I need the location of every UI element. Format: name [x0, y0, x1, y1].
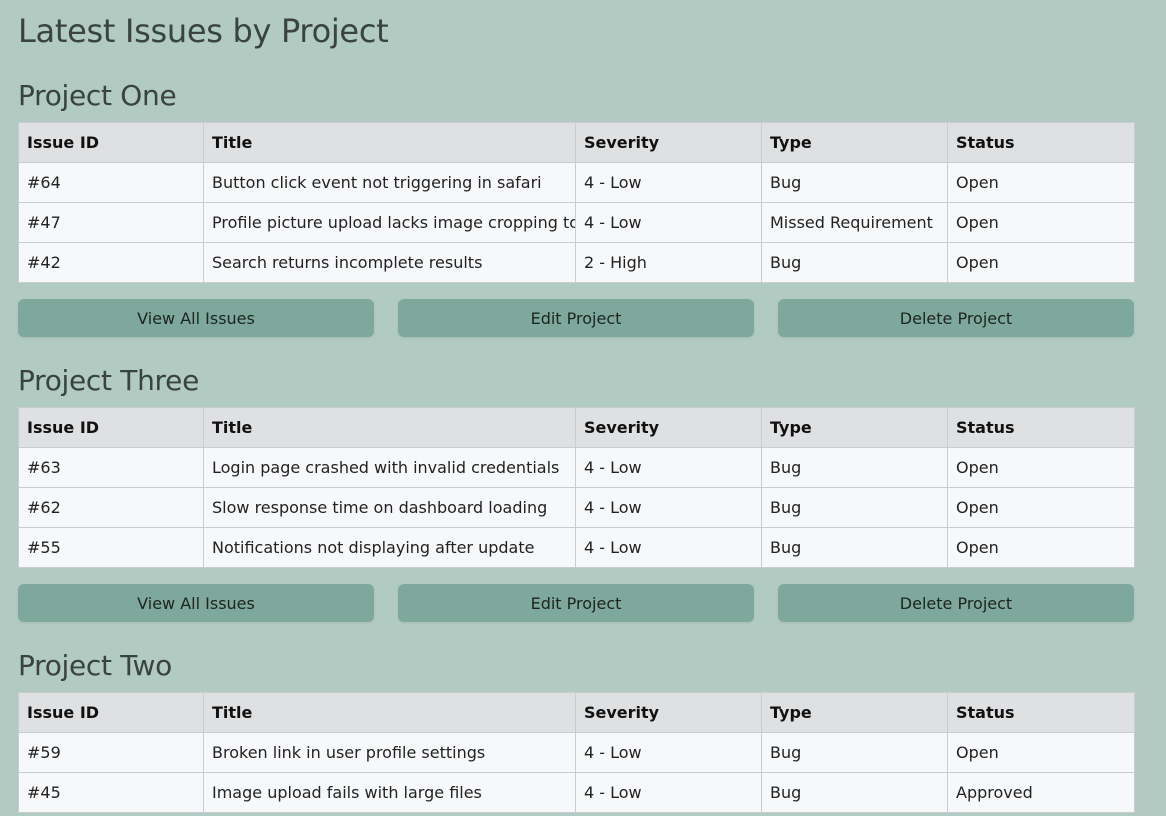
issue-id: #47: [18, 202, 204, 243]
header-severity: Severity: [575, 122, 762, 163]
header-status: Status: [947, 122, 1135, 163]
page-title: Latest Issues by Project: [18, 12, 389, 50]
table-row[interactable]: #55 Notifications not displaying after u…: [18, 527, 1135, 568]
project-section: Project Two Issue ID Title Severity Type…: [18, 648, 1135, 813]
page: Latest Issues by Project Project One Iss…: [0, 0, 1166, 813]
table-row[interactable]: #47 Profile picture upload lacks image c…: [18, 202, 1135, 243]
issue-type: Missed Requirement: [761, 202, 948, 243]
issue-severity: 4 - Low: [575, 527, 762, 568]
project-actions: View All Issues Edit Project Delete Proj…: [18, 584, 1134, 622]
edit-project-button[interactable]: Edit Project: [398, 584, 754, 622]
table-row[interactable]: #63 Login page crashed with invalid cred…: [18, 447, 1135, 488]
issue-type: Bug: [761, 162, 948, 203]
issue-status: Open: [947, 527, 1135, 568]
header-title: Title: [203, 122, 576, 163]
issue-type: Bug: [761, 242, 948, 283]
header-status: Status: [947, 692, 1135, 733]
issue-severity: 4 - Low: [575, 732, 762, 773]
issue-status: Approved: [947, 772, 1135, 813]
header-severity: Severity: [575, 407, 762, 448]
issue-severity: 4 - Low: [575, 202, 762, 243]
issues-table: Issue ID Title Severity Type Status #59 …: [18, 692, 1135, 813]
issue-title: Login page crashed with invalid credenti…: [203, 447, 576, 488]
issue-type: Bug: [761, 772, 948, 813]
issue-id: #45: [18, 772, 204, 813]
issue-title: Button click event not triggering in saf…: [203, 162, 576, 203]
issue-title: Profile picture upload lacks image cropp…: [203, 202, 576, 243]
issue-title: Slow response time on dashboard loading: [203, 487, 576, 528]
issue-title: Broken link in user profile settings: [203, 732, 576, 773]
table-row[interactable]: #45 Image upload fails with large files …: [18, 772, 1135, 813]
project-name: Project Two: [18, 649, 172, 682]
issue-id: #64: [18, 162, 204, 203]
issue-id: #62: [18, 487, 204, 528]
delete-project-button[interactable]: Delete Project: [778, 584, 1134, 622]
issue-severity: 4 - Low: [575, 487, 762, 528]
header-issue-id: Issue ID: [18, 407, 204, 448]
issue-status: Open: [947, 242, 1135, 283]
issue-id: #55: [18, 527, 204, 568]
issue-status: Open: [947, 202, 1135, 243]
issue-id: #42: [18, 242, 204, 283]
delete-project-button[interactable]: Delete Project: [778, 299, 1134, 337]
project-section: Project One Issue ID Title Severity Type…: [18, 78, 1135, 337]
header-type: Type: [761, 122, 948, 163]
issue-type: Bug: [761, 487, 948, 528]
issue-status: Open: [947, 487, 1135, 528]
header-type: Type: [761, 407, 948, 448]
issue-title: Notifications not displaying after updat…: [203, 527, 576, 568]
table-row[interactable]: #42 Search returns incomplete results 2 …: [18, 242, 1135, 283]
header-title: Title: [203, 407, 576, 448]
issue-severity: 4 - Low: [575, 447, 762, 488]
header-title: Title: [203, 692, 576, 733]
header-status: Status: [947, 407, 1135, 448]
header-severity: Severity: [575, 692, 762, 733]
issue-severity: 4 - Low: [575, 772, 762, 813]
table-header-row: Issue ID Title Severity Type Status: [18, 407, 1135, 448]
issue-type: Bug: [761, 447, 948, 488]
header-issue-id: Issue ID: [18, 692, 204, 733]
issue-id: #59: [18, 732, 204, 773]
table-row[interactable]: #64 Button click event not triggering in…: [18, 162, 1135, 203]
table-header-row: Issue ID Title Severity Type Status: [18, 122, 1135, 163]
view-all-issues-button[interactable]: View All Issues: [18, 299, 374, 337]
issues-table: Issue ID Title Severity Type Status #63 …: [18, 407, 1135, 568]
issue-status: Open: [947, 732, 1135, 773]
issue-type: Bug: [761, 527, 948, 568]
issue-title: Search returns incomplete results: [203, 242, 576, 283]
issue-id: #63: [18, 447, 204, 488]
table-row[interactable]: #62 Slow response time on dashboard load…: [18, 487, 1135, 528]
issues-table: Issue ID Title Severity Type Status #64 …: [18, 122, 1135, 283]
issue-type: Bug: [761, 732, 948, 773]
table-row[interactable]: #59 Broken link in user profile settings…: [18, 732, 1135, 773]
issue-status: Open: [947, 162, 1135, 203]
project-name: Project Three: [18, 364, 199, 397]
edit-project-button[interactable]: Edit Project: [398, 299, 754, 337]
project-section: Project Three Issue ID Title Severity Ty…: [18, 363, 1135, 622]
header-issue-id: Issue ID: [18, 122, 204, 163]
project-actions: View All Issues Edit Project Delete Proj…: [18, 299, 1134, 337]
project-name: Project One: [18, 79, 177, 112]
issue-title: Image upload fails with large files: [203, 772, 576, 813]
issue-severity: 4 - Low: [575, 162, 762, 203]
view-all-issues-button[interactable]: View All Issues: [18, 584, 374, 622]
issue-severity: 2 - High: [575, 242, 762, 283]
table-header-row: Issue ID Title Severity Type Status: [18, 692, 1135, 733]
header-type: Type: [761, 692, 948, 733]
issue-status: Open: [947, 447, 1135, 488]
